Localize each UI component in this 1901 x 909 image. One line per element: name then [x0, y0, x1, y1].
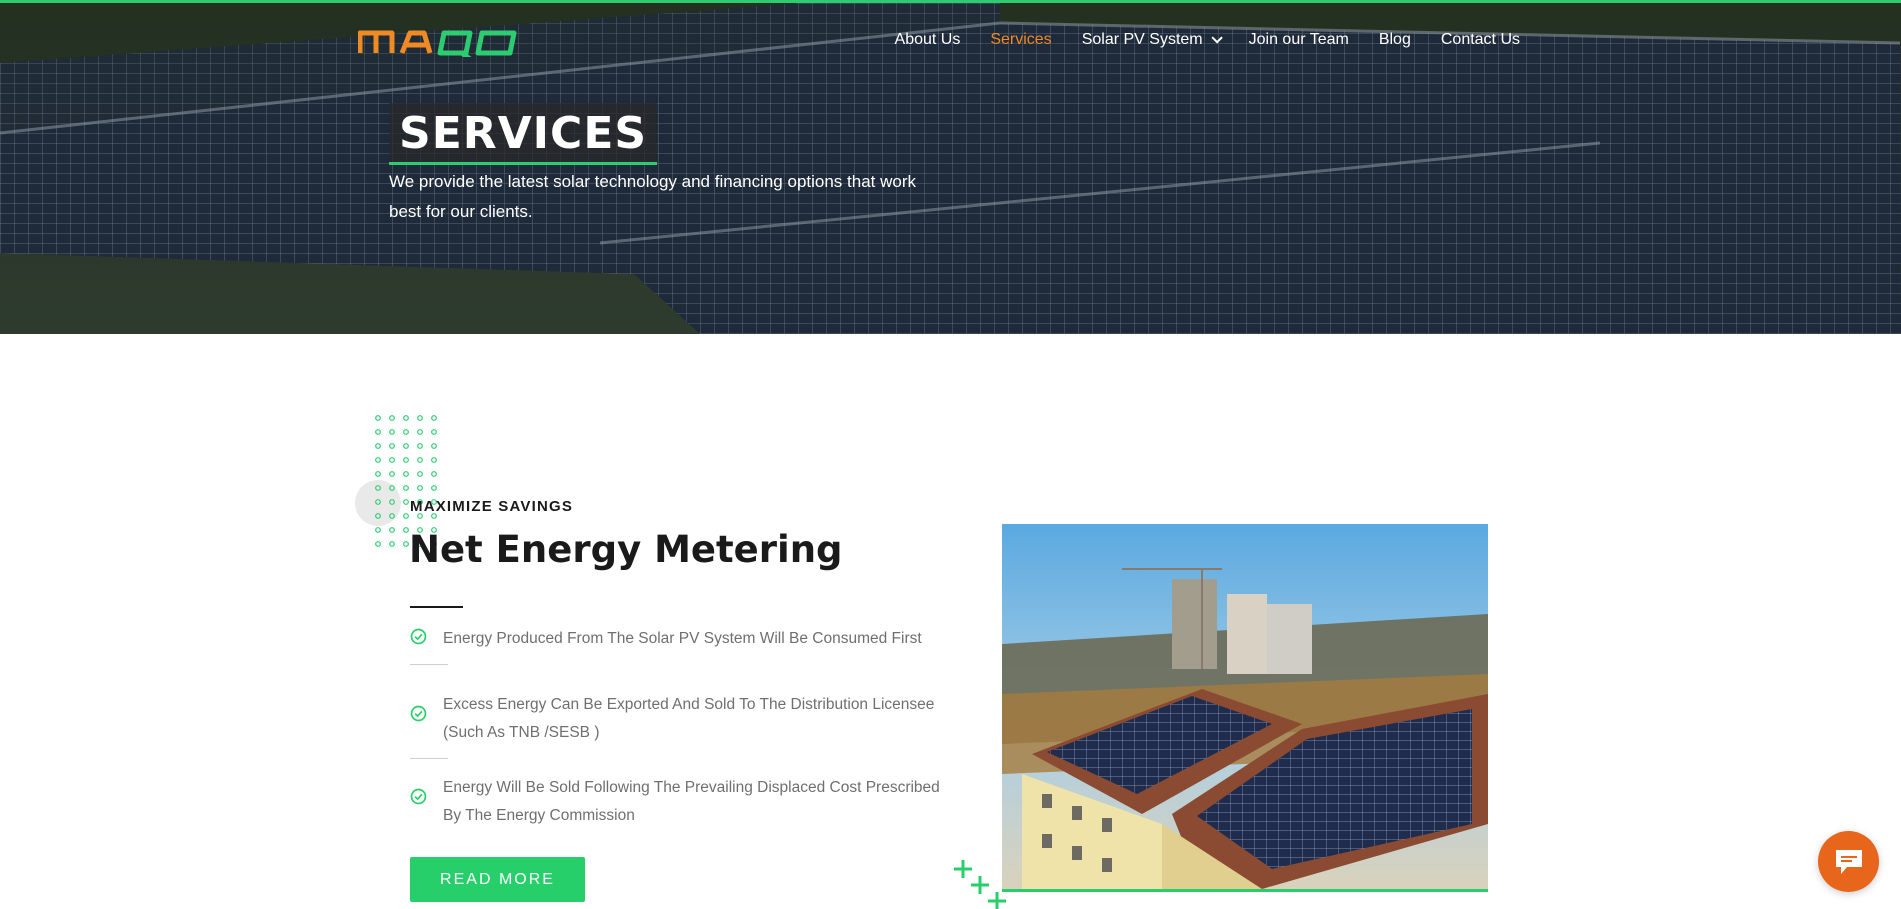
section-heading: Net Energy Metering	[409, 528, 843, 571]
heading-underline	[410, 606, 463, 608]
check-circle-icon	[410, 705, 427, 722]
feature-text: Energy Will Be Sold Following The Prevai…	[443, 779, 940, 824]
nav-label: Join our Team	[1248, 31, 1349, 48]
nav-item-blog[interactable]: Blog	[1364, 29, 1426, 51]
hero-banner: About Us Services Solar PV System Join o…	[0, 0, 1901, 334]
nav-label: Services	[990, 31, 1052, 48]
nav-item-solar-pv-system[interactable]: Solar PV System	[1067, 29, 1234, 51]
nav-label: Solar PV System	[1081, 31, 1203, 48]
feature-list: Energy Produced From The Solar PV System…	[410, 625, 950, 828]
nav-item-services[interactable]: Services	[975, 29, 1066, 51]
nav-item-about-us[interactable]: About Us	[880, 29, 976, 51]
feature-divider	[410, 758, 448, 759]
feature-divider	[410, 664, 448, 665]
page-title: SERVICES	[399, 108, 648, 159]
photo-illustration	[1002, 524, 1488, 889]
check-circle-icon	[410, 788, 427, 805]
nav-label: About Us	[894, 31, 961, 48]
chevron-down-icon	[1211, 32, 1223, 44]
nav-label: Blog	[1378, 31, 1411, 48]
feature-text: Energy Produced From The Solar PV System…	[443, 630, 922, 647]
main-nav: About Us Services Solar PV System Join o…	[880, 29, 1535, 51]
list-item: Excess Energy Can Be Exported And Sold T…	[410, 691, 950, 759]
rooftop-solar-photo	[1002, 524, 1488, 892]
feature-text: Excess Energy Can Be Exported And Sold T…	[443, 696, 935, 741]
read-more-button[interactable]: READ MORE	[410, 857, 585, 902]
plus-decoration	[954, 860, 1006, 909]
list-item: Energy Will Be Sold Following The Prevai…	[410, 774, 950, 828]
nav-item-join-our-team[interactable]: Join our Team	[1234, 29, 1364, 51]
chat-button[interactable]	[1818, 831, 1879, 892]
hero-subtitle: We provide the latest solar technology a…	[389, 172, 916, 221]
nav-item-contact-us[interactable]: Contact Us	[1426, 29, 1535, 51]
list-item: Energy Produced From The Solar PV System…	[410, 625, 950, 665]
hero-overlay	[0, 3, 1901, 334]
check-circle-icon	[410, 628, 427, 645]
nav-label: Contact Us	[1440, 31, 1520, 48]
hero-title-box: SERVICES	[389, 103, 658, 165]
chat-bubble-icon	[1835, 849, 1862, 874]
section-eyebrow: MAXIMIZE SAVINGS	[410, 498, 574, 515]
maqo-logo[interactable]	[358, 25, 520, 57]
